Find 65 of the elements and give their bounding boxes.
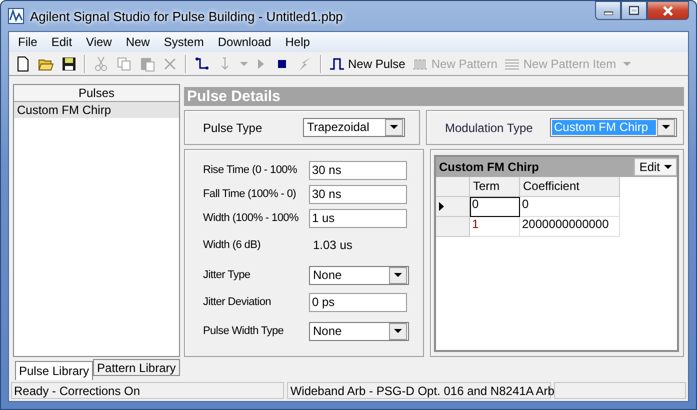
input-field[interactable]: 0 ps bbox=[309, 292, 407, 312]
menu-item[interactable]: File bbox=[11, 35, 44, 49]
close-icon bbox=[663, 6, 673, 16]
scissors-icon bbox=[93, 56, 109, 72]
list-item[interactable]: Custom FM Chirp bbox=[14, 102, 179, 118]
toolbar-button[interactable]: New Pulse bbox=[326, 54, 408, 72]
copy-icon bbox=[116, 56, 132, 72]
table-cell[interactable]: 0 bbox=[520, 197, 620, 217]
input-field[interactable]: 30 ns bbox=[309, 160, 407, 180]
app-icon bbox=[8, 8, 24, 24]
caret-icon bbox=[390, 125, 398, 130]
dropdown-field[interactable]: None bbox=[309, 322, 409, 340]
field-label: Pulse Type bbox=[203, 120, 262, 134]
save-icon bbox=[61, 56, 77, 72]
status-text: Wideband Arb - PSG-D Opt. 016 and N8241A Arb bbox=[287, 382, 552, 399]
dropdown-field[interactable]: None bbox=[309, 266, 409, 284]
current-row-icon bbox=[439, 202, 444, 211]
menu-item[interactable]: Help bbox=[278, 35, 317, 49]
pulse-icon bbox=[329, 56, 345, 72]
close-button[interactable] bbox=[647, 1, 689, 20]
field-label: Jitter Deviation bbox=[203, 296, 272, 308]
field-label: Pulse Width Type bbox=[203, 325, 285, 337]
row-header[interactable] bbox=[436, 197, 470, 217]
field-label: Jitter Type bbox=[203, 269, 252, 281]
new-file-icon bbox=[15, 56, 31, 72]
caret-icon bbox=[662, 125, 670, 130]
edit-button[interactable]: Edit bbox=[634, 158, 677, 176]
input-field[interactable]: 1 us bbox=[309, 208, 407, 228]
tab[interactable]: Pulse Library bbox=[15, 361, 94, 380]
table-cell[interactable]: 2000000000000 bbox=[520, 217, 620, 237]
step-icon bbox=[194, 56, 210, 72]
menu-item[interactable]: Download bbox=[210, 35, 278, 49]
minimize-button[interactable] bbox=[595, 1, 621, 20]
menu-item[interactable]: System bbox=[156, 35, 211, 49]
delete-icon bbox=[162, 56, 178, 72]
caret-icon bbox=[623, 62, 632, 66]
menu-item[interactable]: Edit bbox=[44, 35, 80, 49]
menu-item[interactable]: View bbox=[79, 35, 119, 49]
table-cell[interactable]: 0 bbox=[470, 197, 520, 217]
window-title: Agilent Signal Studio for Pulse Building - Untitled1.pbp bbox=[30, 8, 343, 24]
list-header: Pulses bbox=[14, 85, 179, 102]
tab[interactable]: Pattern Library bbox=[93, 359, 180, 376]
field-label: Modulation Type bbox=[445, 120, 533, 134]
table-cell[interactable]: 1 bbox=[470, 217, 520, 237]
field-label: Width (6 dB) bbox=[203, 239, 262, 251]
table-title: Custom FM Chirp bbox=[439, 160, 539, 174]
field-label: Fall Time (100% - 0) bbox=[203, 188, 298, 200]
caret-icon bbox=[240, 62, 248, 66]
caret-icon bbox=[394, 328, 402, 334]
input-field[interactable]: 30 ns bbox=[309, 184, 407, 204]
section-header: Pulse Details bbox=[184, 87, 684, 106]
dropdown-field[interactable]: Trapezoidal bbox=[303, 118, 405, 137]
status-text: Ready - Corrections On bbox=[11, 382, 284, 399]
clipboard-icon bbox=[139, 56, 155, 72]
column-header[interactable]: Term bbox=[470, 177, 520, 197]
maximize-icon bbox=[629, 6, 639, 15]
field-label: Rise Time (0 - 100% bbox=[203, 164, 298, 176]
column-header[interactable]: Coefficient bbox=[520, 177, 620, 197]
field-label: Width (100% - 100% bbox=[203, 212, 300, 224]
field-value: 1.03 us bbox=[312, 238, 352, 252]
maximize-button[interactable] bbox=[621, 1, 647, 20]
table-corner bbox=[436, 177, 470, 197]
caret-icon bbox=[664, 164, 672, 170]
menu-item[interactable]: New bbox=[118, 35, 157, 49]
caret-icon bbox=[394, 272, 402, 278]
